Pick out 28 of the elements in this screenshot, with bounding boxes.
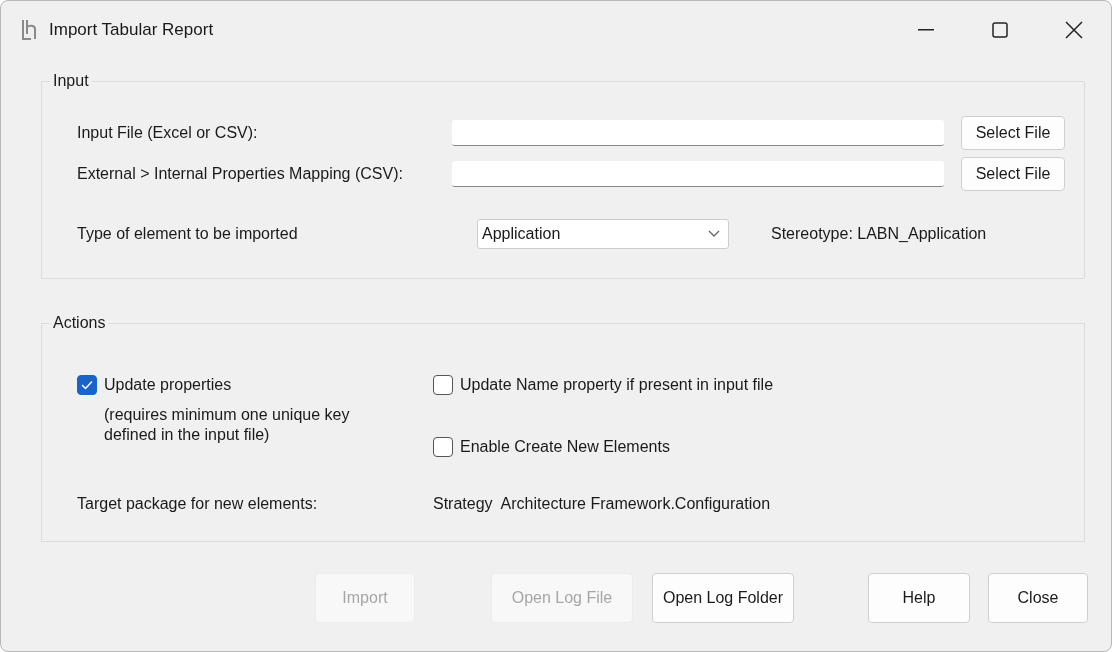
field-label: Target package for new elements: [77, 495, 319, 513]
dialog-button[interactable]: Open Log Folder [652, 573, 794, 623]
checkbox-label[interactable]: Enable Create New Elements [460, 438, 670, 456]
checkbox[interactable] [433, 437, 453, 457]
checkbox[interactable] [433, 375, 453, 395]
element-type-dropdown[interactable]: Application [477, 219, 729, 249]
hint-text: (requires minimum one unique key defined in the input file) [104, 405, 351, 445]
select-file-button[interactable]: Select File [961, 116, 1065, 150]
field-label: Type of element to be imported [77, 225, 299, 243]
group-title: Input [50, 72, 92, 90]
checkbox-label[interactable]: Update Name property if present in input file [460, 376, 774, 394]
file-path-field[interactable] [452, 161, 944, 187]
select-file-button[interactable]: Select File [961, 157, 1065, 191]
file-path-field[interactable] [452, 120, 944, 146]
stereotype-text: Stereotype: LABN_Application [771, 225, 988, 243]
dialog-button[interactable]: Close [988, 573, 1088, 623]
window-title: Import Tabular Report [49, 20, 215, 40]
field-label: Input File (Excel or CSV): [77, 124, 259, 142]
minimize-icon [918, 29, 934, 31]
maximize-icon [992, 22, 1008, 38]
checkbox-label[interactable]: Update properties [104, 376, 232, 394]
chevron-down-icon [708, 230, 720, 238]
checkbox[interactable] [77, 375, 97, 395]
dialog-button[interactable]: Help [868, 573, 970, 623]
close-icon [1065, 21, 1083, 39]
checkmark-icon [81, 380, 93, 390]
field-label: External > Internal Properties Mapping (CSV): [77, 165, 404, 183]
target-package-text: Strategy Architecture Framework.Configuration [433, 495, 772, 513]
